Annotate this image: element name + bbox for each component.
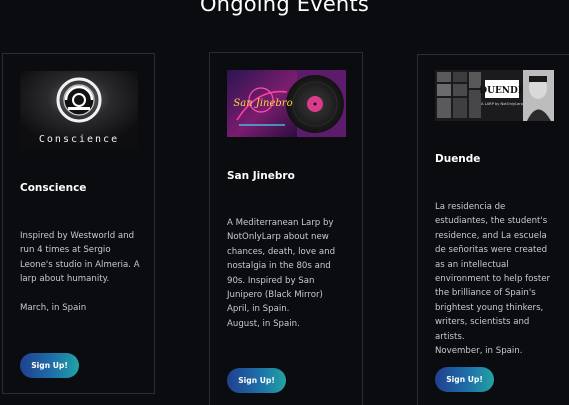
event-card-duende: DUENDE A LARP by NotOnlyLarp Duende La r… [417,54,569,405]
event-description-block: A Mediterranean Larp by NotOnlyLarp abou… [227,216,351,331]
ongoing-events-section: Ongoing Events Conscience Conscience Ins… [0,0,569,405]
sign-up-button[interactable]: Sign Up! [435,367,494,392]
event-title: San Jinebro [227,170,295,182]
sign-up-button[interactable]: Sign Up! [227,368,286,393]
event-image-san-jinebro[interactable]: San Jinebro [227,70,346,137]
event-date-location-2: August, in Spain. [227,318,300,329]
event-date-location: March, in Spain [20,302,87,313]
event-description: La residencia de estudiantes, the studen… [435,202,551,342]
event-description: Inspired by Westworld and run 4 times at… [20,231,140,285]
event-image-duende[interactable]: DUENDE A LARP by NotOnlyLarp [435,70,554,121]
section-title: Ongoing Events [199,0,370,16]
event-date-location: November, in Spain. [435,346,523,357]
event-title: Duende [435,153,481,165]
event-card-san-jinebro: San Jinebro San Jinebro A Mediterranean … [209,52,363,405]
event-description-block: Inspired by Westworld and run 4 times at… [20,229,144,315]
duende-logo-subtext: A LARP by NotOnlyLarp [481,102,524,106]
event-date-location-1: April, in Spain. [227,304,290,315]
san-jinebro-logo-text: San Jinebro [233,98,292,109]
sign-up-button[interactable]: Sign Up! [20,353,79,378]
event-description-block: La residencia de estudiantes, the studen… [435,200,559,358]
duende-logo-text: DUENDE [479,86,525,96]
event-description: A Mediterranean Larp by NotOnlyLarp abou… [227,218,336,301]
event-title: Conscience [20,182,87,194]
event-card-conscience: Conscience Conscience Inspired by Westwo… [2,53,155,394]
event-image-conscience[interactable]: Conscience [20,71,138,150]
conscience-logo-text: Conscience [39,134,119,145]
